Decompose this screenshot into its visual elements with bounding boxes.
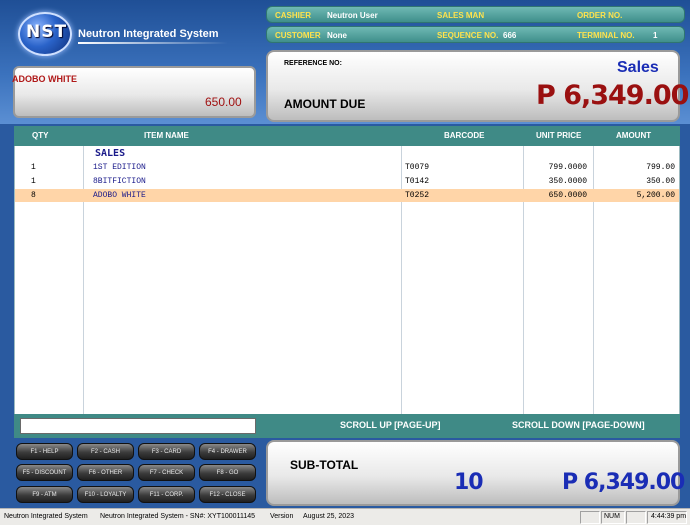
f11-corp-button[interactable]: F11 - CORP.	[138, 486, 195, 503]
transaction-mode: Sales	[617, 59, 659, 76]
scroll-down-button[interactable]: SCROLL DOWN [PAGE-DOWN]	[512, 420, 645, 430]
current-item-name: ADOBO WHITE	[12, 74, 77, 84]
f7-check-button[interactable]: F7 - CHECK	[138, 464, 195, 481]
brand-name: Neutron Integrated System	[78, 28, 219, 40]
row-unit-price: 650.0000	[548, 191, 587, 200]
status-app-name: Neutron Integrated System	[4, 513, 88, 520]
item-count: 10	[454, 470, 484, 495]
row-barcode: T0252	[405, 191, 430, 200]
reference-label: REFERENCE NO:	[284, 60, 342, 67]
row-qty: 1	[31, 163, 36, 172]
f2-cash-button[interactable]: F2 - CASH	[77, 443, 134, 460]
items-grid[interactable]: SALES 1 1ST EDITION T0079 799.0000 799.0…	[14, 146, 680, 414]
amount-due-label: AMOUNT DUE	[284, 97, 366, 111]
table-row-selected[interactable]: 8 ADOBO WHITE T0252 650.0000 5,200.00	[15, 189, 679, 202]
row-barcode: T0142	[405, 177, 430, 186]
subtotal-value: P 6,349.00	[562, 470, 685, 495]
row-unit-price: 350.0000	[548, 177, 587, 186]
items-grid-header: QTY ITEM NAME BARCODE UNIT PRICE AMOUNT	[14, 126, 680, 146]
row-item-name: ADOBO WHITE	[93, 191, 146, 200]
header-unit-price: UNIT PRICE	[536, 131, 582, 140]
f6-other-button[interactable]: F6 - OTHER	[77, 464, 134, 481]
row-item-name: 1ST EDITION	[93, 163, 146, 172]
current-item-price: 650.00	[205, 95, 242, 109]
f9-atm-button[interactable]: F9 - ATM	[16, 486, 73, 503]
status-bar: Neutron Integrated System Neutron Integr…	[0, 508, 690, 525]
amount-due-value: P 6,349.00	[536, 80, 689, 111]
status-serial: Neutron Integrated System - SN#: XYT1000…	[100, 513, 255, 520]
info-bar-customer: CUSTOMER None SEQUENCE NO. 666 TERMINAL …	[266, 26, 685, 43]
info-bar-cashier: CASHIER Neutron User SALES MAN ORDER NO.	[266, 6, 685, 23]
scroll-up-button[interactable]: SCROLL UP [PAGE-UP]	[340, 420, 441, 430]
header-qty: QTY	[32, 131, 49, 140]
barcode-scan-input[interactable]	[20, 418, 256, 434]
row-item-name: 8BITFICTION	[93, 177, 146, 186]
status-clock: 4:44:39 pm	[651, 513, 687, 520]
row-qty: 1	[31, 177, 36, 186]
terminal-value: 1	[653, 31, 658, 40]
table-row[interactable]: 1 8BITFICTION T0142 350.0000 350.00	[15, 175, 679, 188]
row-unit-price: 799.0000	[548, 163, 587, 172]
cashier-label: CASHIER	[275, 11, 312, 20]
customer-value: None	[327, 31, 347, 40]
customer-label: CUSTOMER	[275, 31, 321, 40]
header-amount: AMOUNT	[616, 131, 652, 140]
row-amount: 350.00	[646, 177, 675, 186]
status-cell	[626, 511, 646, 524]
cashier-value: Neutron User	[327, 11, 378, 20]
sequence-label: SEQUENCE NO.	[437, 31, 499, 40]
f8-go-button[interactable]: F8 - GO	[199, 464, 256, 481]
f4-drawer-button[interactable]: F4 - DRAWER	[199, 443, 256, 460]
salesman-label: SALES MAN	[437, 11, 485, 20]
status-num-lock: NUM	[604, 513, 620, 520]
sequence-value: 666	[503, 31, 517, 40]
f10-loyalty-button[interactable]: F10 - LOYALTY	[77, 486, 134, 503]
row-barcode: T0079	[405, 163, 430, 172]
status-version-label: Version	[270, 513, 294, 520]
brand-underline	[78, 42, 228, 44]
status-cell	[580, 511, 600, 524]
row-amount: 799.00	[646, 163, 675, 172]
table-row[interactable]: 1 1ST EDITION T0079 799.0000 799.00	[15, 161, 679, 174]
subtotal-label: SUB-TOTAL	[290, 458, 359, 472]
f1-help-button[interactable]: F1 - HELP	[16, 443, 73, 460]
logo-text: NST	[26, 22, 68, 42]
status-version-date: August 25, 2023	[303, 513, 354, 520]
row-amount: 5,200.00	[636, 191, 675, 200]
header-barcode: BARCODE	[444, 131, 485, 140]
row-qty: 8	[31, 191, 36, 200]
order-label: ORDER NO.	[577, 11, 623, 20]
terminal-label: TERMINAL NO.	[577, 31, 635, 40]
grid-section-title: SALES	[95, 148, 126, 159]
f5-discount-button[interactable]: F5 - DISCOUNT	[16, 464, 73, 481]
header-item-name: ITEM NAME	[144, 131, 189, 140]
f12-close-button[interactable]: F12 - CLOSE	[199, 486, 256, 503]
f3-card-button[interactable]: F3 - CARD	[138, 443, 195, 460]
